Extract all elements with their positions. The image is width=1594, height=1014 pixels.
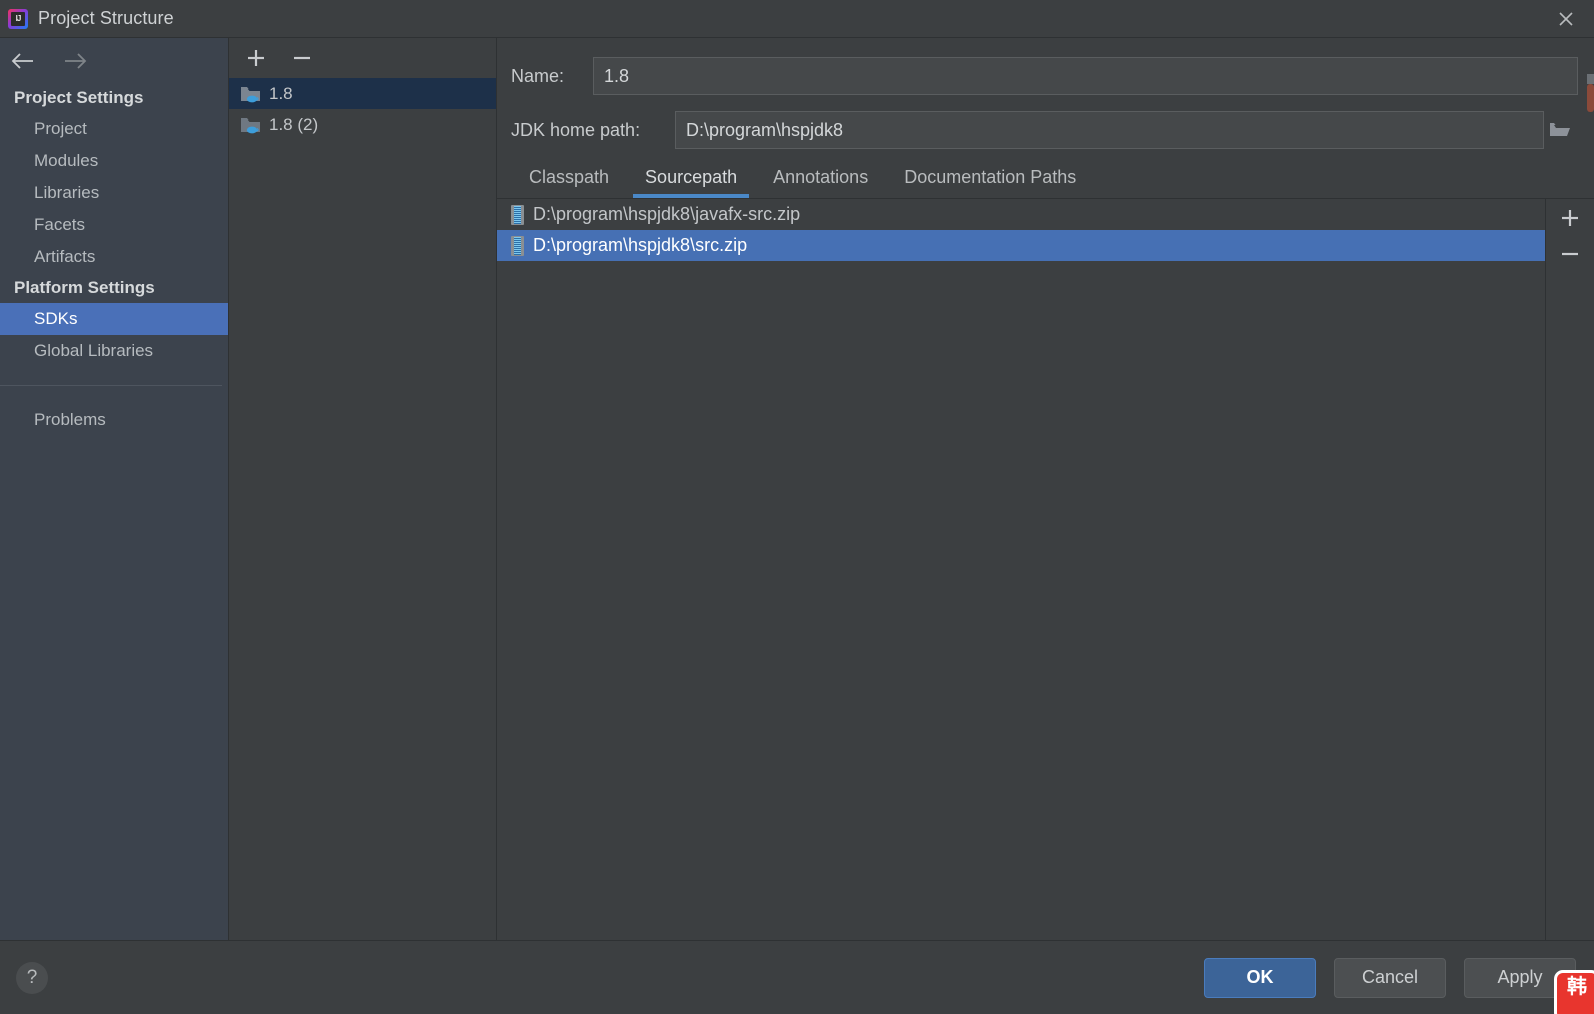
arrow-left-icon[interactable] [8,48,38,74]
window-title: Project Structure [38,8,174,28]
jdk-home-path-value: D:\program\hspjdk8 [686,119,844,140]
add-path-button[interactable] [1557,205,1583,231]
sidebar-item-sdks[interactable]: SDKs [0,303,228,335]
name-label: Name: [511,65,565,86]
nav-arrows [0,38,228,83]
name-input[interactable]: 1.8 [593,57,1578,95]
sdk-list: 1.8 1.8 (2) [229,78,496,940]
sidebar-item-facets[interactable]: Facets [0,209,228,241]
sidebar-item-libraries[interactable]: Libraries [0,177,228,209]
settings-sidebar: Project Settings Project Modules Librari… [0,38,229,940]
sdk-list-item[interactable]: 1.8 [229,78,496,109]
detail-tabs: Classpath Sourcepath Annotations Documen… [497,158,1594,198]
intellij-idea-icon [8,8,28,29]
remove-sdk-button[interactable] [289,45,315,71]
tab-annotations[interactable]: Annotations [755,163,886,198]
sidebar-divider [0,385,222,386]
project-structure-dialog: Project Structure [0,0,1594,1014]
path-list-item[interactable]: D:\program\hspjdk8\src.zip [497,230,1545,261]
jdk-home-path-input[interactable]: D:\program\hspjdk8 [675,111,1544,149]
scrollbar-track [1587,74,1594,84]
jdk-home-path-row: JDK home path: D:\program\hspjdk8 [497,102,1594,158]
sidebar-item-artifacts[interactable]: Artifacts [0,241,228,273]
dialog-footer: ? OK Cancel Apply 韩 [0,940,1594,1014]
zip-file-icon [511,204,524,225]
remove-path-button[interactable] [1557,241,1583,267]
tab-sourcepath[interactable]: Sourcepath [627,163,755,198]
scrollbar-thumb[interactable] [1587,84,1594,112]
jdk-home-path-label: JDK home path: [511,119,641,140]
path-list-item[interactable]: D:\program\hspjdk8\javafx-src.zip [497,199,1545,230]
sidebar-group-platform-settings: Platform Settings [14,278,155,297]
sidebar-group-project-settings: Project Settings [14,88,144,107]
add-sdk-button[interactable] [243,45,269,71]
path-list-item-label: D:\program\hspjdk8\javafx-src.zip [533,204,801,224]
paths-area: D:\program\hspjdk8\javafx-src.zip D:\pro… [497,198,1594,940]
arrow-right-icon[interactable] [60,48,90,74]
sdk-list-panel: 1.8 1.8 (2) [229,38,497,940]
close-icon[interactable] [1538,0,1594,37]
dialog-body: Project Settings Project Modules Librari… [0,37,1594,940]
sdk-list-toolbar [229,38,496,78]
sdk-list-item[interactable]: 1.8 (2) [229,109,496,140]
sdk-list-item-label: 1.8 [269,83,293,103]
tab-classpath[interactable]: Classpath [511,163,627,198]
jdk-folder-icon [240,116,261,134]
jdk-folder-icon [240,85,261,103]
sidebar-item-modules[interactable]: Modules [0,145,228,177]
sdk-list-item-label: 1.8 (2) [269,114,319,134]
ime-status-badge[interactable]: 韩 [1554,970,1594,1014]
folder-open-icon[interactable] [1542,111,1578,149]
path-list-item-label: D:\program\hspjdk8\src.zip [533,235,748,255]
sourcepath-list: D:\program\hspjdk8\javafx-src.zip D:\pro… [497,198,1546,940]
zip-file-icon [511,235,524,256]
sidebar-item-problems[interactable]: Problems [0,404,228,436]
cancel-button[interactable]: Cancel [1334,957,1446,998]
name-input-value: 1.8 [604,65,630,86]
sidebar-item-project[interactable]: Project [0,113,228,145]
ok-button[interactable]: OK [1204,957,1316,998]
sdk-detail-panel: Name: 1.8 JDK home path: D:\program\hspj… [497,38,1594,940]
tab-documentation-paths[interactable]: Documentation Paths [886,163,1094,198]
name-field-row: Name: 1.8 [497,38,1594,102]
title-bar: Project Structure [0,0,1594,37]
sidebar-item-global-libraries[interactable]: Global Libraries [0,335,228,367]
help-icon[interactable]: ? [16,961,48,994]
paths-toolbar [1546,198,1594,940]
